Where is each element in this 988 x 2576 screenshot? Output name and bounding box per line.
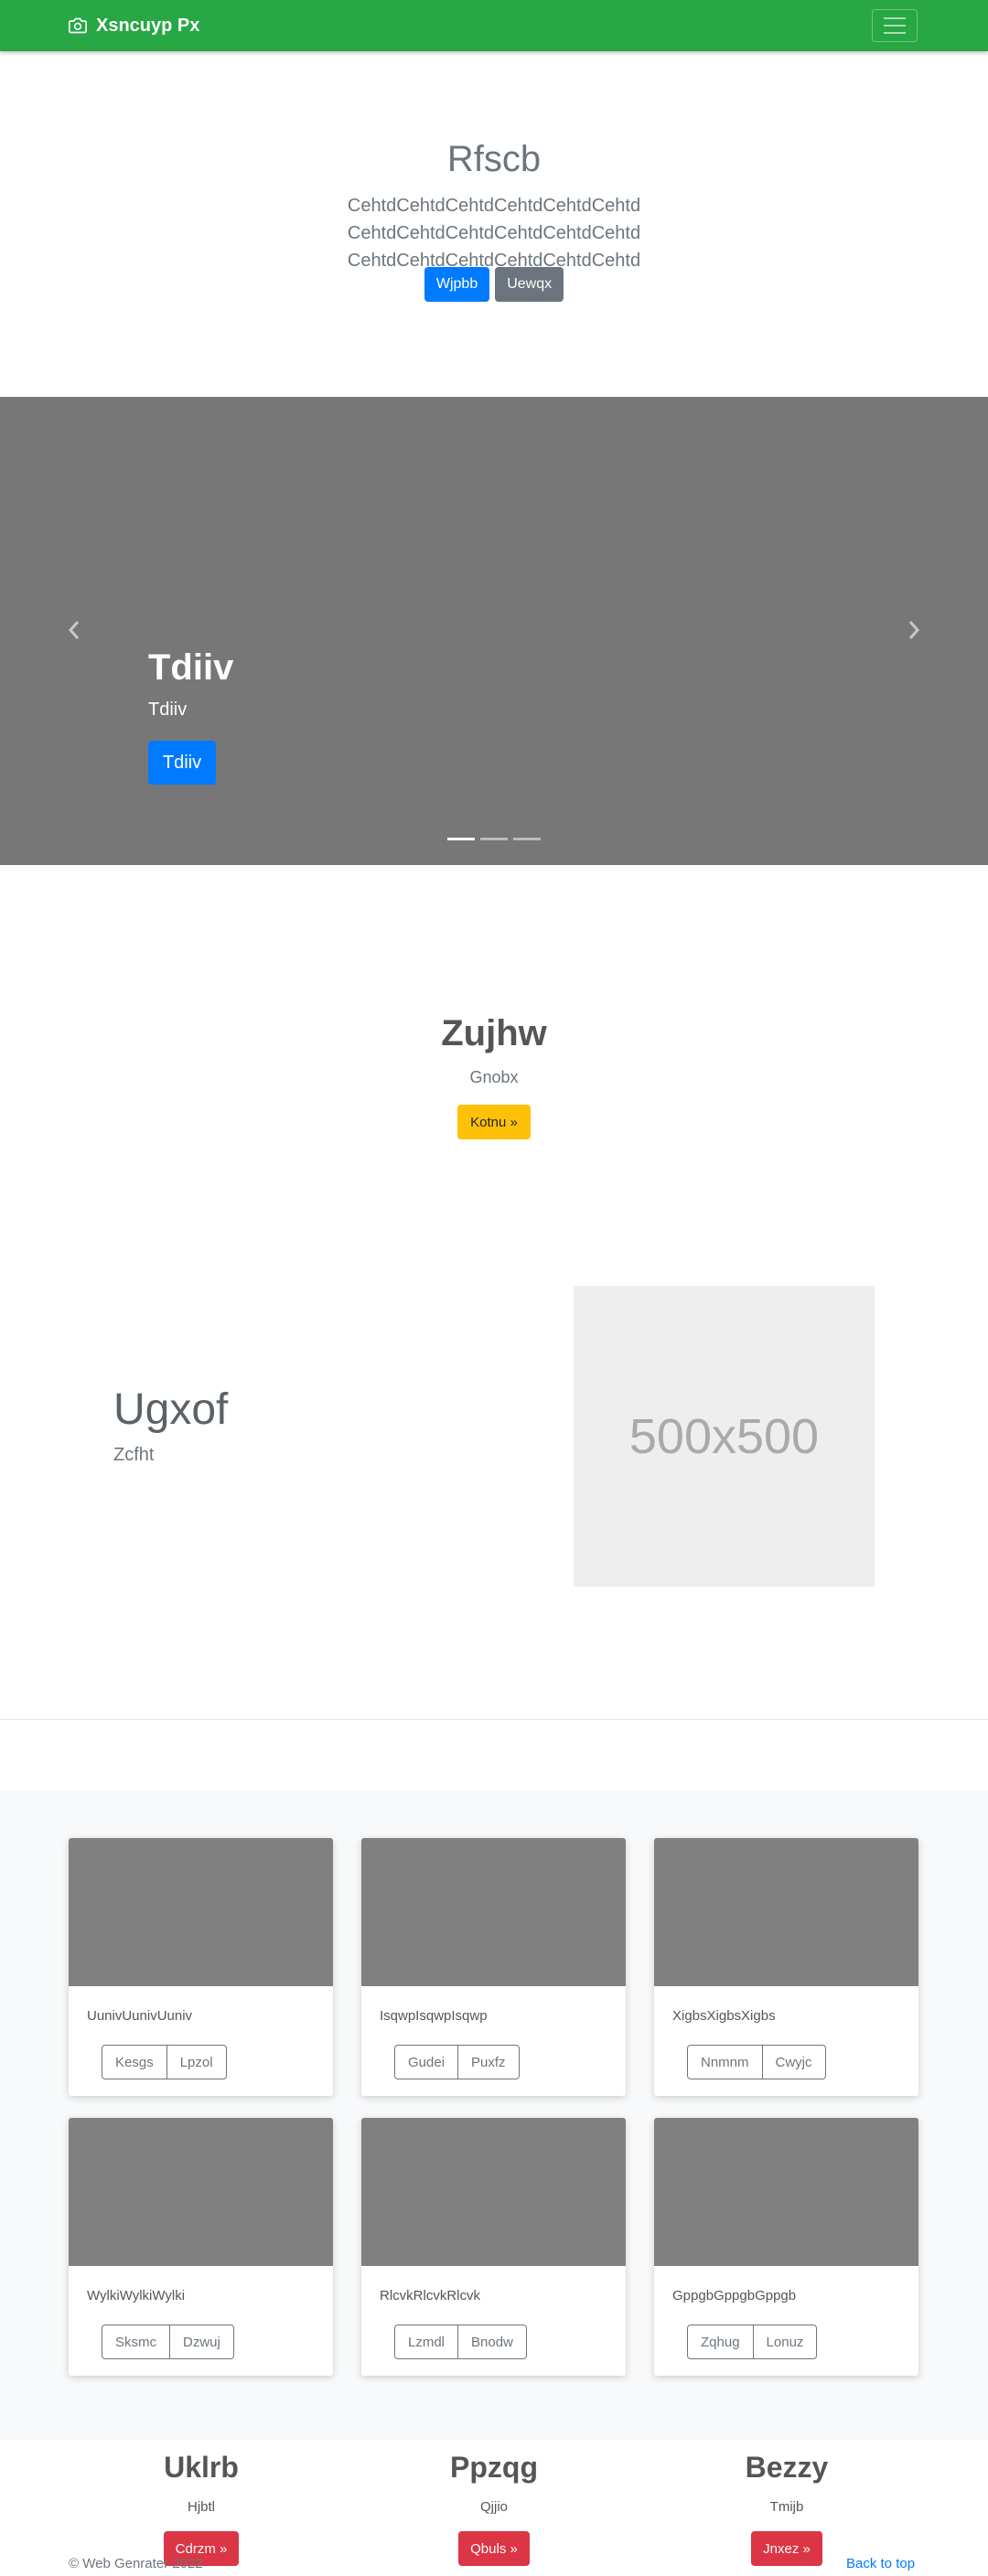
info-column: Ppzqg Qjjio Qbuls »: [348, 2442, 640, 2566]
column-button[interactable]: Jnxez »: [751, 2531, 822, 2566]
card-button[interactable]: Dzwuj: [170, 2325, 234, 2359]
card-image: [654, 1838, 918, 1986]
column-title: Bezzy: [745, 2451, 829, 2484]
card-text: GppgbGppgbGppgb: [672, 2288, 797, 2303]
album-card: RlcvkRlcvkRlcvk Lzmdl Bnodw: [361, 2118, 626, 2376]
card-button[interactable]: Lonuz: [753, 2325, 818, 2359]
carousel-caption-subtitle: Tdiiv: [148, 700, 188, 720]
carousel-indicators: [0, 838, 988, 840]
navbar-toggler-button[interactable]: [872, 9, 918, 42]
album-card: IsqwpIsqwpIsqwp Gudei Puxfz: [361, 1838, 626, 2096]
card-button[interactable]: Lzmdl: [394, 2325, 459, 2359]
divider: [0, 1719, 988, 1720]
chevron-right-icon: [908, 621, 920, 639]
back-to-top-link[interactable]: Back to top: [846, 2556, 915, 2571]
carousel: Tdiiv Tdiiv Tdiiv: [0, 397, 988, 865]
section-title: Zujhw: [441, 1013, 547, 1053]
card-button-group: Zqhug Lonuz: [687, 2325, 818, 2359]
card-button-group: Kesgs Lpzol: [102, 2045, 227, 2079]
card-text: RlcvkRlcvkRlcvk: [380, 2288, 480, 2303]
section-subtitle: Gnobx: [469, 1068, 519, 1086]
card-button[interactable]: Zqhug: [687, 2325, 754, 2359]
card-button[interactable]: Puxfz: [458, 2045, 520, 2079]
card-image: [69, 2118, 333, 2266]
card-button-group: Sksmc Dzwuj: [102, 2325, 234, 2359]
card-text: IsqwpIsqwpIsqwp: [380, 2008, 488, 2024]
card-button[interactable]: Kesgs: [102, 2045, 167, 2079]
info-column: Uklrb Hjbtl Cdrzm »: [55, 2442, 348, 2566]
album-card: XigbsXigbsXigbs Nnmnm Cwyjc: [654, 1838, 918, 2096]
carousel-prev-button[interactable]: [60, 616, 88, 644]
card-image: [361, 1838, 626, 1986]
card-text: XigbsXigbsXigbs: [672, 2008, 776, 2024]
footer-copyright: © Web Genrater 2022: [69, 2556, 203, 2571]
column-button[interactable]: Qbuls »: [458, 2531, 530, 2566]
column-subtitle: Hjbtl: [187, 2499, 215, 2515]
chevron-left-icon: [68, 621, 80, 639]
navbar: Xsncuyp Px: [0, 0, 988, 51]
info-column: Bezzy Tmijb Jnxez »: [640, 2442, 933, 2566]
carousel-caption-title: Tdiiv: [148, 647, 234, 688]
card-text: UunivUunivUuniv: [87, 2008, 193, 2024]
column-title: Ppzqg: [450, 2451, 538, 2484]
card-button[interactable]: Lpzol: [166, 2045, 227, 2079]
brand-name: Xsncuyp Px: [96, 15, 200, 36]
feature-subtitle: Zcfht: [113, 1445, 155, 1465]
carousel-indicator-3[interactable]: [513, 838, 541, 840]
card-button-group: Lzmdl Bnodw: [394, 2325, 527, 2359]
feature-title: Ugxof: [113, 1385, 229, 1434]
card-button[interactable]: Nnmnm: [687, 2045, 763, 2079]
hero-buttons: Wjpbb Uewqx: [0, 267, 988, 302]
section-warning-button[interactable]: Kotnu »: [457, 1105, 531, 1139]
album-section: UunivUunivUuniv Kesgs Lpzol IsqwpIsqwpIs…: [0, 1790, 988, 2440]
hero-primary-button[interactable]: Wjpbb: [424, 267, 490, 302]
album-card: UunivUunivUuniv Kesgs Lpzol: [69, 1838, 333, 2096]
card-button-group: Nnmnm Cwyjc: [687, 2045, 826, 2079]
card-image: [654, 2118, 918, 2266]
hamburger-line: [884, 32, 906, 34]
column-subtitle: Tmijb: [769, 2499, 804, 2515]
carousel-caption-button[interactable]: Tdiiv: [148, 741, 216, 785]
card-image: [361, 2118, 626, 2266]
column-title: Uklrb: [164, 2451, 239, 2484]
card-button-group: Gudei Puxfz: [394, 2045, 520, 2079]
album-card: WylkiWylkiWylki Sksmc Dzwuj: [69, 2118, 333, 2376]
carousel-next-button[interactable]: [900, 616, 928, 644]
album-card: GppgbGppgbGppgb Zqhug Lonuz: [654, 2118, 918, 2376]
card-text: WylkiWylkiWylki: [87, 2288, 186, 2303]
brand-link[interactable]: Xsncuyp Px: [69, 15, 199, 37]
hero-lead: CehtdCehtdCehtdCehtdCehtdCehtd CehtdCeht…: [347, 196, 641, 271]
card-button[interactable]: Cwyjc: [762, 2045, 826, 2079]
card-button[interactable]: Sksmc: [102, 2325, 170, 2359]
hamburger-line: [884, 25, 906, 27]
card-button[interactable]: Gudei: [394, 2045, 459, 2079]
card-button[interactable]: Bnodw: [458, 2325, 527, 2359]
hero-secondary-button[interactable]: Uewqx: [495, 267, 564, 302]
feature-image-placeholder: 500x500: [574, 1286, 875, 1587]
column-subtitle: Qjjio: [479, 2499, 508, 2515]
hero-title: Rfscb: [446, 139, 542, 179]
carousel-indicator-2[interactable]: [480, 838, 508, 840]
carousel-indicator-1[interactable]: [447, 838, 475, 840]
hamburger-icon: [884, 17, 906, 19]
image-placeholder-label: 500x500: [628, 1408, 820, 1464]
camera-icon: [69, 17, 87, 34]
card-image: [69, 1838, 333, 1986]
